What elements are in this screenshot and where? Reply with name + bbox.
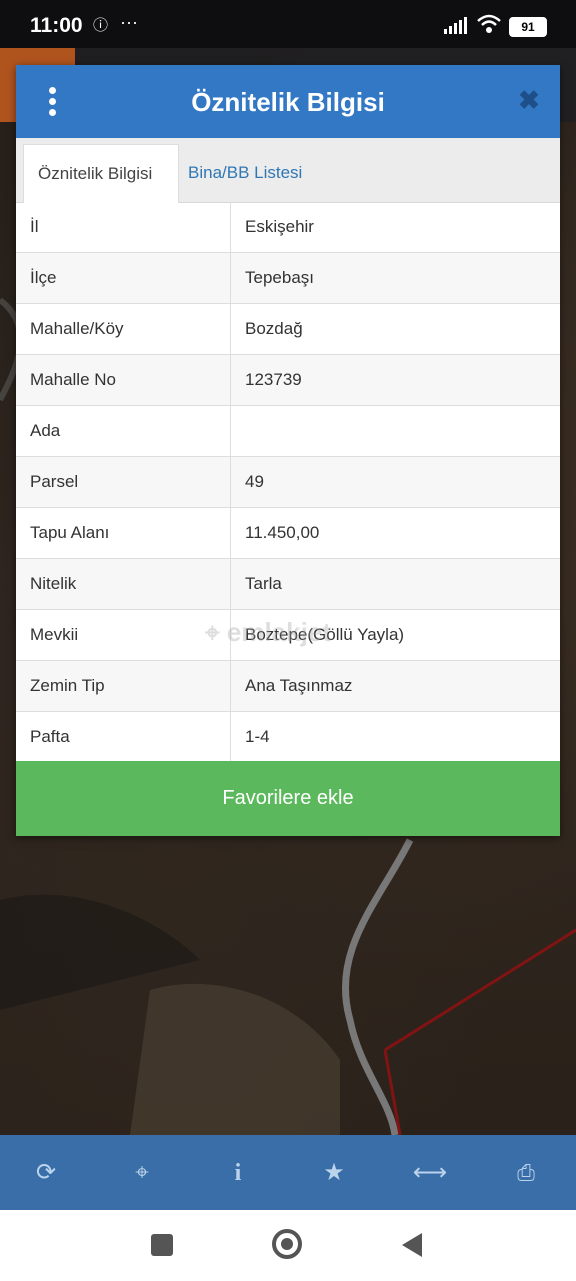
tab-building-list[interactable]: Bina/BB Listesi xyxy=(174,144,316,202)
recents-button[interactable] xyxy=(151,1234,173,1256)
attribute-table: İl Eskişehir İlçe Tepebaşı Mahalle/Köy Bozd… xyxy=(16,202,560,763)
measure-icon[interactable]: ⟷ xyxy=(412,1155,448,1191)
add-favorite-button[interactable]: Favorilere ekle xyxy=(16,761,560,836)
dialog-tabs: Öznitelik Bilgisi Bina/BB Listesi xyxy=(16,138,560,203)
wifi-icon xyxy=(477,14,501,33)
row-value: 123739 xyxy=(245,370,302,389)
android-nav-bar xyxy=(0,1210,576,1281)
status-bar: 11:00 ⓘ ··· 91 xyxy=(0,0,576,48)
row-value: Tarla xyxy=(245,574,282,593)
row-key: Nitelik xyxy=(16,559,231,609)
battery-indicator: 91 xyxy=(509,17,547,37)
row-key: Parsel xyxy=(16,457,231,507)
row-key: Zemin Tip xyxy=(16,661,231,711)
table-row: Pafta 1-4 xyxy=(16,712,560,763)
close-icon[interactable]: ✖ xyxy=(516,87,542,113)
status-time: 11:00 xyxy=(30,14,83,37)
table-row: Ada xyxy=(16,406,560,457)
row-value: Eskişehir xyxy=(245,217,314,236)
table-row: Mahalle No 123739 xyxy=(16,355,560,406)
more-notifications-icon: ··· xyxy=(120,12,138,32)
row-key: Tapu Alanı xyxy=(16,508,231,558)
tab-attribute-info[interactable]: Öznitelik Bilgisi xyxy=(23,144,179,203)
row-key: Mahalle/Köy xyxy=(16,304,231,354)
attribute-dialog: Öznitelik Bilgisi ✖ Öznitelik Bilgisi Bi… xyxy=(16,65,560,836)
row-value: 1-4 xyxy=(245,727,270,746)
print-icon[interactable]: ⎙ xyxy=(508,1155,544,1191)
table-row: Mahalle/Köy Bozdağ xyxy=(16,304,560,355)
map-toolbar: ⟳ ⌖ i ★ ⟷ ⎙ xyxy=(0,1135,576,1210)
refresh-icon[interactable]: ⟳ xyxy=(28,1155,64,1191)
info-icon[interactable]: i xyxy=(220,1155,256,1191)
table-row: Parsel 49 xyxy=(16,457,560,508)
location-pin-icon: ⌖ xyxy=(205,617,220,647)
row-value: Tepebaşı xyxy=(245,268,314,287)
table-row: Zemin Tip Ana Taşınmaz xyxy=(16,661,560,712)
row-key: İlçe xyxy=(16,253,231,303)
signal-icon xyxy=(444,17,467,34)
row-key: İl xyxy=(16,202,231,252)
dialog-title: Öznitelik Bilgisi xyxy=(191,87,385,117)
row-value: 11.450,00 xyxy=(245,523,320,542)
row-value: 49 xyxy=(245,472,264,491)
table-row: İlçe Tepebaşı xyxy=(16,253,560,304)
row-value xyxy=(232,406,560,456)
dialog-header: Öznitelik Bilgisi ✖ xyxy=(16,65,560,138)
row-key: Pafta xyxy=(16,712,231,762)
watermark-text: emlakjet xyxy=(226,617,331,647)
star-icon[interactable]: ★ xyxy=(316,1155,352,1191)
row-key: Ada xyxy=(16,406,231,456)
row-value: Bozdağ xyxy=(245,319,303,338)
home-button[interactable] xyxy=(272,1229,302,1259)
alert-icon: ⓘ xyxy=(93,17,109,34)
row-key: Mahalle No xyxy=(16,355,231,405)
back-button[interactable] xyxy=(402,1233,422,1257)
table-row: İl Eskişehir xyxy=(16,202,560,253)
watermark-logo: ⌖ emlakjet xyxy=(205,617,331,649)
table-row: Nitelik Tarla xyxy=(16,559,560,610)
locate-icon[interactable]: ⌖ xyxy=(124,1155,160,1191)
row-key: Mevkii xyxy=(16,610,231,660)
table-row: Tapu Alanı 11.450,00 xyxy=(16,508,560,559)
row-value: Ana Taşınmaz xyxy=(245,676,353,695)
